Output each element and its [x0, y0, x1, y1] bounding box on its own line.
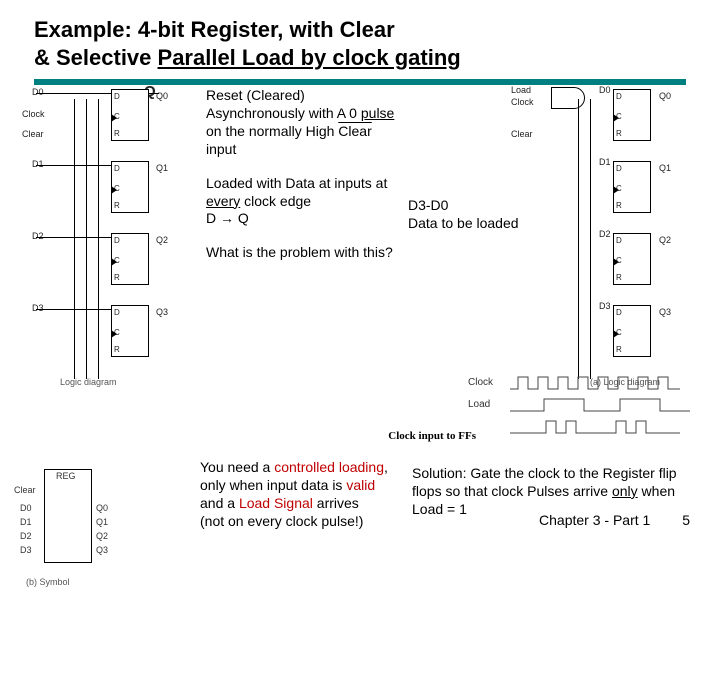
timing-row-load: Load: [468, 399, 490, 410]
flipflop-r1: D C R: [613, 161, 651, 213]
label-clock-r: Clock: [511, 97, 534, 107]
timing-row-clock: Clock: [468, 377, 493, 388]
label-d1: D1: [32, 159, 44, 169]
title-line2c: by clock gating: [294, 45, 460, 70]
label-q3: Q3: [156, 307, 168, 317]
title-line2a: & Selective: [34, 45, 158, 70]
page-number: 5: [682, 512, 690, 528]
data-label: D3-D0 Data to be loaded: [408, 197, 519, 233]
register-symbol: REG Clear D0 D1 D2 D3 Q0 Q1 Q2 Q3: [22, 469, 112, 579]
para-reset: Reset (Cleared) Asynchronously with A 0 …: [206, 87, 396, 159]
title-line2b: Parallel Load: [158, 45, 295, 70]
flipflop-1: D C R: [111, 161, 149, 213]
label-d0: D0: [32, 87, 44, 97]
flipflop-2: D C R: [111, 233, 149, 285]
label-clear-r: Clear: [511, 129, 533, 139]
label-rd2: D2: [599, 229, 611, 239]
label-rd1: D1: [599, 157, 611, 167]
slide-title: Example: 4-bit Register, with Clear & Se…: [0, 0, 720, 77]
reg-title: REG: [56, 471, 76, 481]
label-rq0: Q0: [659, 91, 671, 101]
chapter-label: Chapter 3 - Part 1: [539, 512, 650, 528]
label-rq1: Q1: [659, 163, 671, 173]
left-logic-diagram: D0 Clock Clear Q D C R Q0 D C R D1 Q1 D …: [36, 89, 186, 389]
flipflop-r0: D C R: [613, 89, 651, 141]
flipflop-r3: D C R: [613, 305, 651, 357]
para-loaded: Loaded with Data at inputs at every cloc…: [206, 175, 396, 229]
symbol-caption: (b) Symbol: [26, 577, 116, 687]
clock-ff-label: Clock input to FFs: [388, 430, 476, 442]
label-rq2: Q2: [659, 235, 671, 245]
label-clear: Clear: [22, 129, 44, 139]
flipflop-3: D C R: [111, 305, 149, 357]
or-gate-icon: [551, 87, 585, 109]
left-caption: Logic diagram: [60, 377, 180, 387]
middle-text-column: Reset (Cleared) Asynchronously with A 0 …: [206, 87, 396, 274]
label-rd0: D0: [599, 85, 611, 95]
label-d3: D3: [32, 303, 44, 313]
label-load: Load: [511, 85, 531, 95]
timing-diagram: Clock Load: [468, 373, 698, 453]
title-line1: Example: 4-bit Register, with Clear: [34, 17, 395, 42]
right-logic-diagram: Load Clock Clear D C R D0 Q0 D C R D1 Q1…: [523, 89, 698, 389]
para-problem: What is the problem with this?: [206, 244, 396, 262]
arrow-icon: →: [220, 210, 234, 226]
label-rq3: Q3: [659, 307, 671, 317]
flipflop-0: D C R: [111, 89, 149, 141]
flipflop-r2: D C R: [613, 233, 651, 285]
label-q2: Q2: [156, 235, 168, 245]
label-q1: Q1: [156, 163, 168, 173]
label-d2: D2: [32, 231, 44, 241]
problem-text: You need a controlled loading, only when…: [200, 459, 400, 531]
label-rd3: D3: [599, 301, 611, 311]
solution-text: Solution: Gate the clock to the Register…: [412, 465, 692, 519]
footer: Chapter 3 - Part 1 5: [539, 512, 690, 528]
label-clock: Clock: [22, 109, 45, 119]
